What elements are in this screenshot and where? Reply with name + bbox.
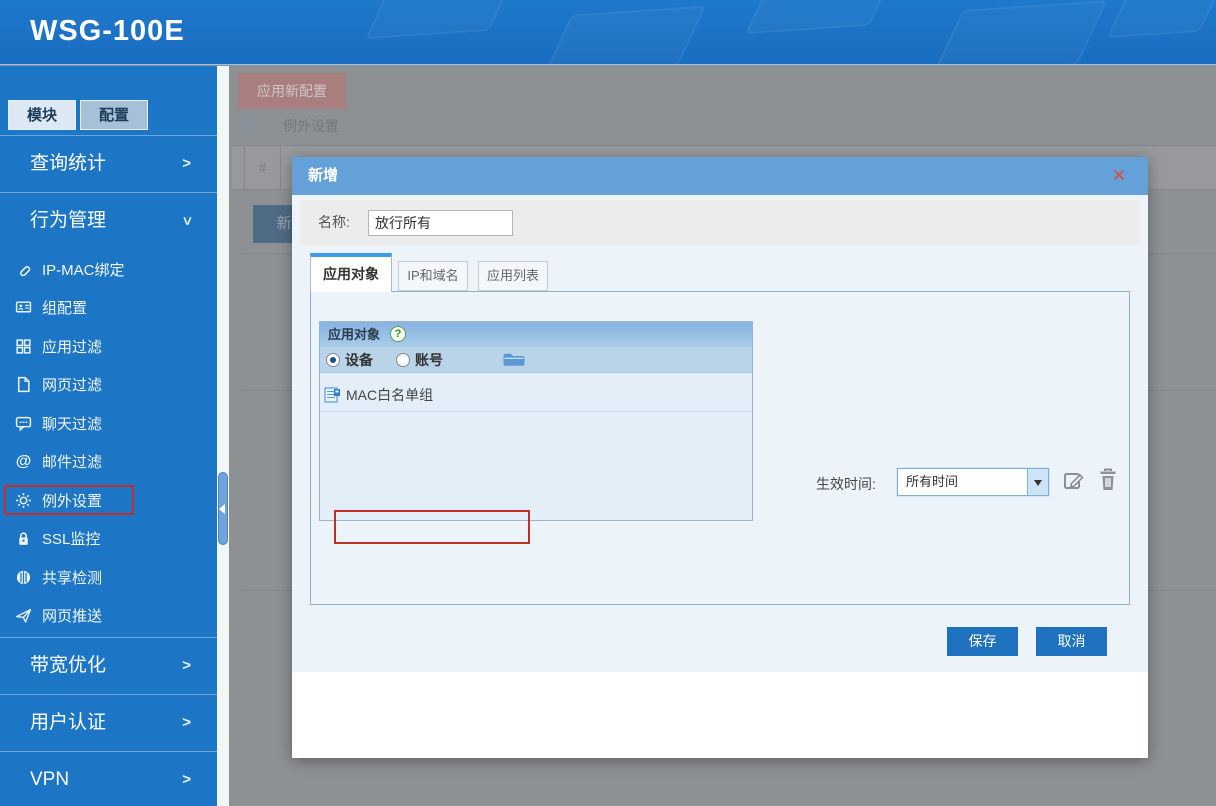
radio-device[interactable]	[326, 353, 340, 367]
sidebar-section-bandwidth[interactable]: 带宽优化 >	[0, 637, 217, 693]
globe-icon	[14, 569, 33, 586]
sidebar-item-app-filter[interactable]: 应用过滤	[0, 327, 217, 366]
top-header: WSG-100E	[0, 0, 1216, 65]
sidebar-section-query-stats[interactable]: 查询统计 >	[0, 135, 217, 191]
radio-account-label: 账号	[415, 347, 443, 373]
chevron-right-icon: >	[182, 695, 191, 751]
save-button[interactable]: 保存	[947, 627, 1018, 656]
sidebar-section-behavior-mgmt[interactable]: 行为管理 >	[0, 192, 217, 248]
sidebar-item-ip-mac-binding[interactable]: IP-MAC绑定	[0, 250, 217, 289]
header-pattern	[365, 0, 514, 39]
section-label: 用户认证	[30, 712, 106, 733]
sidebar-item-mail-filter[interactable]: @ 邮件过滤	[0, 443, 217, 482]
application-window: WSG-100E 模块 配置 查询统计 > 行为管理 > IP-MAC绑定 组配	[0, 0, 1216, 806]
chevron-right-icon: >	[182, 136, 191, 192]
sidebar-section-vpn[interactable]: VPN >	[0, 751, 217, 806]
item-label: IP-MAC绑定	[42, 259, 125, 280]
help-icon[interactable]: ?	[390, 326, 406, 342]
edit-icon[interactable]	[1063, 469, 1085, 491]
item-label: 聊天过滤	[42, 413, 102, 434]
dropdown-arrow-icon	[1027, 469, 1048, 495]
header-pattern	[933, 0, 1108, 65]
object-type-row: 设备 账号	[320, 347, 752, 373]
sidebar-tab-config[interactable]: 配置	[80, 100, 148, 130]
chevron-right-icon: >	[182, 638, 191, 694]
item-label: 共享检测	[42, 567, 102, 588]
table-header-hash: #	[244, 146, 281, 189]
radio-device-label: 设备	[345, 347, 373, 373]
section-label: 带宽优化	[30, 655, 106, 676]
dialog-footer-area	[292, 672, 1148, 758]
sidebar-item-web-push[interactable]: 网页推送	[0, 597, 217, 636]
sidebar-collapse-handle[interactable]	[218, 472, 228, 545]
name-input[interactable]	[368, 210, 513, 236]
link-icon	[14, 261, 33, 278]
at-icon: @	[14, 453, 33, 470]
grid-icon	[14, 338, 33, 355]
radio-account[interactable]	[396, 353, 410, 367]
dialog-header: 新增 ✕	[292, 157, 1148, 195]
section-label: VPN	[30, 769, 69, 790]
chat-icon	[14, 415, 33, 432]
close-icon[interactable]: ✕	[1108, 165, 1130, 187]
trash-icon[interactable]	[1098, 468, 1118, 492]
object-list: MAC白名单组	[320, 373, 752, 521]
list-item-label: MAC白名单组	[346, 379, 433, 411]
effective-time-value: 所有时间	[906, 469, 958, 495]
item-label: 例外设置	[42, 490, 102, 511]
sidebar-item-group-config[interactable]: 组配置	[0, 289, 217, 328]
item-label: 网页过滤	[42, 374, 102, 395]
dialog-tab-bar: 应用对象 IP和域名 应用列表	[292, 253, 1148, 291]
app-title: WSG-100E	[30, 0, 185, 65]
collapse-arrow-icon	[219, 504, 225, 514]
section-label: 行为管理	[30, 210, 106, 231]
gear-icon	[239, 113, 260, 134]
item-label: 网页推送	[42, 605, 102, 626]
send-icon	[14, 607, 33, 624]
tab-ip-and-domain[interactable]: IP和域名	[398, 261, 468, 291]
box-title: 应用对象	[328, 322, 380, 347]
sidebar-tab-modules[interactable]: 模块	[8, 100, 76, 130]
page-icon	[14, 376, 33, 393]
tab-application-list[interactable]: 应用列表	[478, 261, 548, 291]
box-header: 应用对象 ?	[320, 322, 752, 347]
gear-icon	[14, 492, 33, 509]
sidebar-collapse-strip	[217, 66, 229, 806]
chevron-down-icon: >	[159, 217, 215, 226]
apply-new-config-button[interactable]: 应用新配置	[238, 73, 346, 109]
name-field-row: 名称:	[300, 200, 1140, 245]
sidebar: 模块 配置 查询统计 > 行为管理 > IP-MAC绑定 组配置	[0, 66, 217, 806]
group-card-icon	[324, 386, 341, 404]
behavior-submenu: IP-MAC绑定 组配置 应用过滤 网页过滤 聊天过滤	[0, 250, 217, 635]
item-label: SSL监控	[42, 528, 100, 549]
application-object-box: 应用对象 ? 设备 账号	[319, 321, 753, 521]
id-card-icon	[14, 299, 33, 316]
sidebar-section-user-auth[interactable]: 用户认证 >	[0, 694, 217, 750]
add-dialog: 新增 ✕ 名称: 应用对象 IP和域名 应用列表 应用对象 ? 设备	[292, 157, 1148, 758]
folder-icon[interactable]	[502, 351, 526, 368]
list-item-mac-whitelist-group[interactable]: MAC白名单组	[320, 379, 752, 412]
header-pattern	[1107, 0, 1216, 38]
header-pattern	[544, 6, 706, 65]
item-label: 组配置	[42, 297, 87, 318]
effective-time-label: 生效时间:	[816, 474, 876, 494]
effective-time-select[interactable]: 所有时间	[897, 468, 1049, 496]
sidebar-item-web-filter[interactable]: 网页过滤	[0, 366, 217, 405]
item-label: 邮件过滤	[42, 451, 102, 472]
name-label: 名称:	[318, 200, 350, 245]
breadcrumb: 例外设置	[283, 116, 339, 136]
lock-icon	[14, 530, 33, 547]
chevron-right-icon: >	[182, 752, 191, 806]
sidebar-item-share-detect[interactable]: 共享检测	[0, 558, 217, 597]
item-label: 应用过滤	[42, 336, 102, 357]
tab-panel: 应用对象 ? 设备 账号	[310, 291, 1130, 605]
header-pattern	[745, 0, 894, 34]
section-label: 查询统计	[30, 153, 106, 174]
sidebar-item-chat-filter[interactable]: 聊天过滤	[0, 404, 217, 443]
cancel-button[interactable]: 取消	[1036, 627, 1107, 656]
tab-application-object[interactable]: 应用对象	[310, 253, 392, 292]
sidebar-item-ssl-monitor[interactable]: SSL监控	[0, 520, 217, 559]
dialog-title: 新增	[308, 157, 338, 195]
sidebar-item-exception-settings[interactable]: 例外设置	[0, 481, 217, 520]
